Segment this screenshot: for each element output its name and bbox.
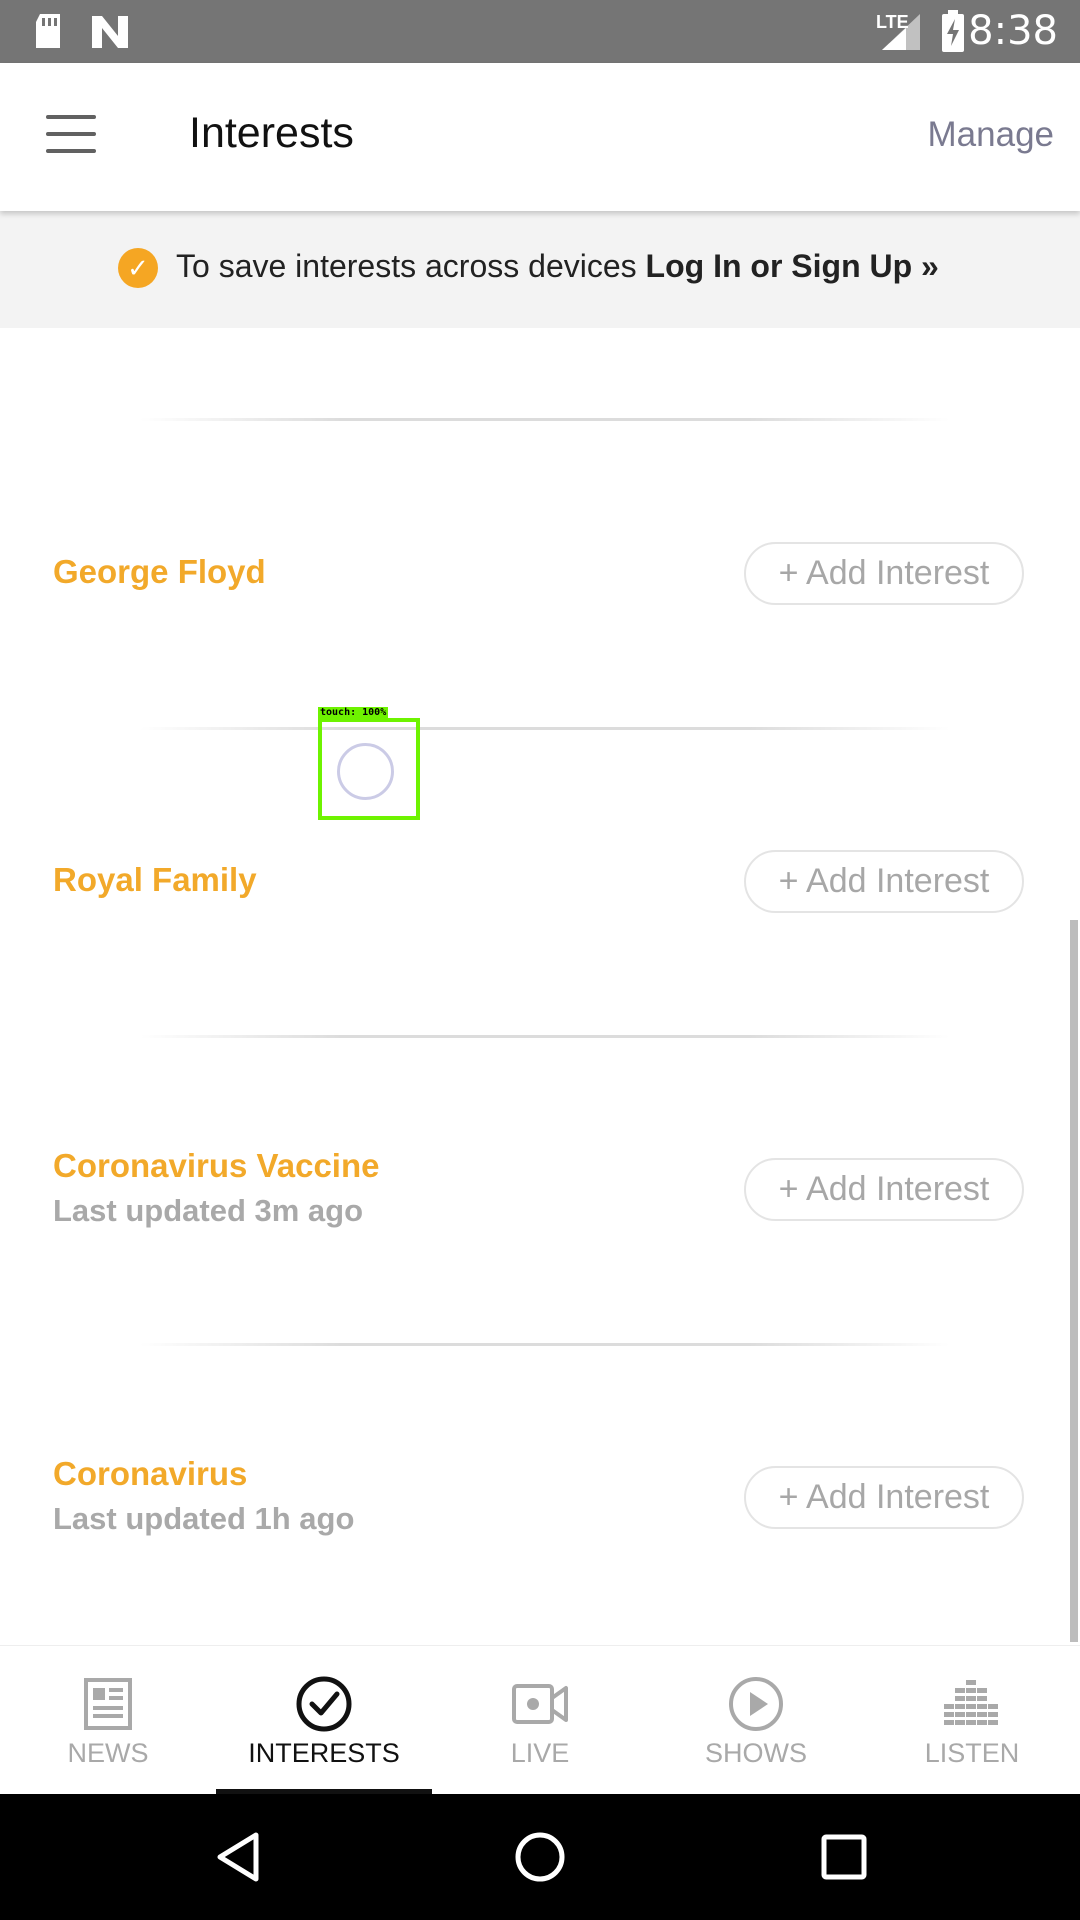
status-bar: LTE 8:38 <box>0 0 1080 63</box>
back-icon[interactable] <box>210 1827 270 1887</box>
topic-name[interactable]: Coronavirus <box>53 1455 247 1493</box>
banner-message: To save interests across devices <box>176 248 637 284</box>
divider <box>140 418 950 421</box>
tab-live[interactable]: LIVE <box>432 1646 648 1795</box>
tab-label: LIVE <box>510 1738 570 1768</box>
home-icon[interactable] <box>510 1827 570 1887</box>
divider <box>140 727 950 730</box>
tab-label: LISTEN <box>924 1738 1020 1768</box>
topic-name[interactable]: Coronavirus Vaccine <box>53 1147 379 1185</box>
tab-interests[interactable]: INTERESTS <box>216 1646 432 1795</box>
app-bar: Interests Manage <box>0 63 1080 211</box>
add-interest-button[interactable]: + Add Interest <box>744 850 1024 913</box>
add-interest-button[interactable]: + Add Interest <box>744 1466 1024 1529</box>
topic-updated-time: Last updated 1h ago <box>53 1501 355 1536</box>
topic-updated-time: Last updated 3m ago <box>53 1193 364 1228</box>
newspaper-icon <box>84 1678 132 1730</box>
login-banner[interactable]: ✓ To save interests across devices Log I… <box>0 211 1080 328</box>
scrollbar[interactable] <box>1070 920 1078 1642</box>
divider <box>140 1035 950 1038</box>
n-logo-icon <box>92 16 128 48</box>
tab-listen[interactable]: LISTEN <box>864 1646 1080 1795</box>
battery-charging-icon <box>942 10 964 52</box>
hamburger-menu-icon[interactable] <box>46 115 98 155</box>
tab-shows[interactable]: SHOWS <box>648 1646 864 1795</box>
signal-icon <box>882 14 920 50</box>
tab-label: INTERESTS <box>248 1738 400 1768</box>
sd-card-icon <box>36 14 60 48</box>
check-circle-icon <box>296 1676 352 1732</box>
page-title: Interests <box>189 109 354 157</box>
add-interest-button[interactable]: + Add Interest <box>744 1158 1024 1221</box>
play-circle-icon <box>729 1677 783 1731</box>
login-signup-link[interactable]: Log In or Sign Up » <box>646 248 939 284</box>
bottom-navigation: NEWS INTERESTS LIVE SHOWS LISTEN <box>0 1645 1080 1795</box>
add-interest-button[interactable]: + Add Interest <box>744 542 1024 605</box>
check-circle-icon: ✓ <box>118 248 158 288</box>
video-camera-icon <box>512 1684 568 1724</box>
recents-icon[interactable] <box>814 1827 874 1887</box>
topic-name[interactable]: Royal Family <box>53 861 257 899</box>
system-navigation-bar <box>0 1794 1080 1920</box>
tab-news[interactable]: NEWS <box>0 1646 216 1795</box>
touch-point <box>337 743 394 800</box>
tab-label: NEWS <box>67 1738 149 1768</box>
divider <box>140 1343 950 1346</box>
banner-text: To save interests across devices Log In … <box>176 248 939 285</box>
equalizer-icon <box>944 1680 998 1725</box>
clock: 8:38 <box>968 8 1058 54</box>
tab-label: SHOWS <box>704 1738 807 1768</box>
manage-button[interactable]: Manage <box>928 115 1054 155</box>
topic-name[interactable]: George Floyd <box>53 553 266 591</box>
